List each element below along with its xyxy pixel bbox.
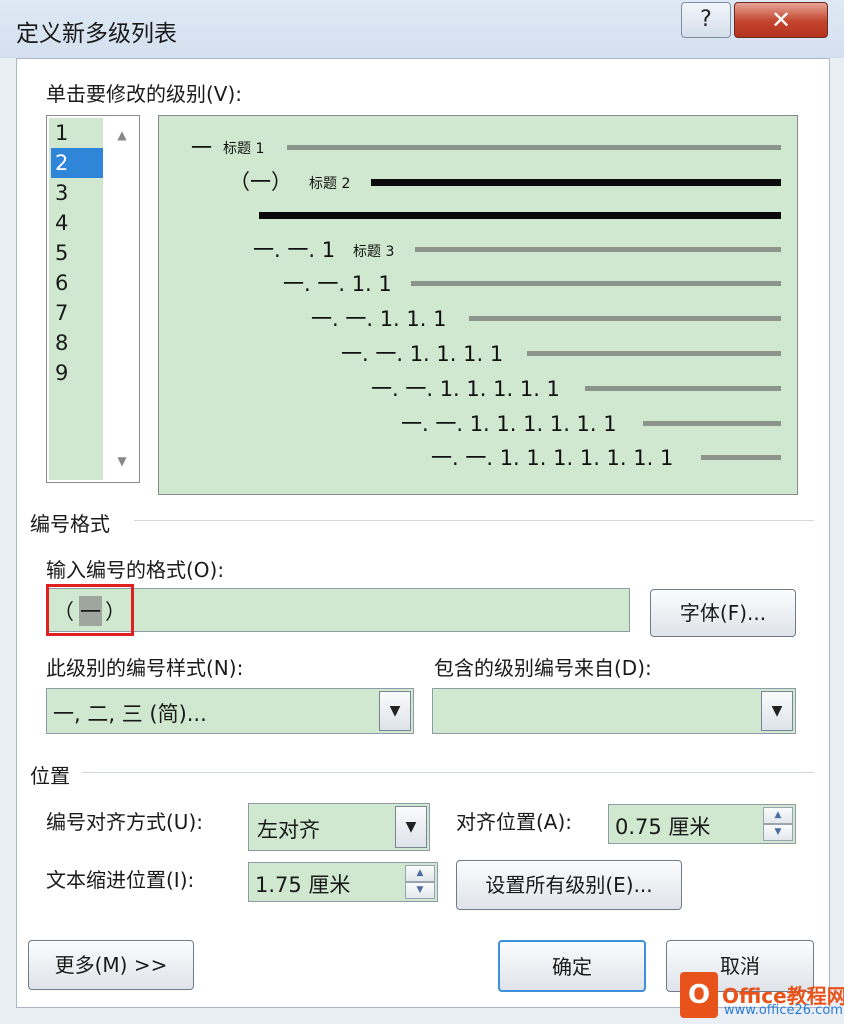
level-list-scrollbar[interactable]: ▲ ▼ <box>107 118 137 480</box>
preview-caption-2: 标题 2 <box>309 176 351 192</box>
scroll-down-icon[interactable]: ▼ <box>113 454 131 468</box>
indent-value: 1.75 厘米 <box>255 873 351 897</box>
more-button[interactable]: 更多(M) >> <box>28 940 194 990</box>
preview-caption-3: 标题 3 <box>353 244 395 260</box>
indent-spin-buttons[interactable]: ▲ ▼ <box>405 865 435 899</box>
level-item-5[interactable]: 5 <box>51 238 103 268</box>
level-item-4[interactable]: 4 <box>51 208 103 238</box>
window-title: 定义新多级列表 <box>16 21 177 47</box>
spin-up-icon[interactable]: ▲ <box>405 865 435 882</box>
preview-line-4 <box>411 281 781 286</box>
preview-num-6: 一. 一. 1. 1. 1. 1 <box>341 342 504 366</box>
close-button[interactable]: ✕ <box>734 2 828 38</box>
preview-pane: 一 标题 1 （一） 标题 2 一. 一. 1 标题 3 一. 一. 1. 1 … <box>158 115 798 495</box>
indent-spinner[interactable]: 1.75 厘米 ▲ ▼ <box>248 862 438 902</box>
align-label: 编号对齐方式(U): <box>46 810 203 834</box>
preview-line-9 <box>701 455 781 460</box>
preview-num-3: 一. 一. 1 <box>253 238 336 262</box>
preview-num-2: （一） <box>229 170 292 194</box>
preview-line-2 <box>371 179 781 186</box>
level-list-label: 单击要修改的级别(V): <box>46 82 243 106</box>
number-style-label: 此级别的编号样式(N): <box>46 656 244 680</box>
font-button[interactable]: 字体(F)... <box>650 589 796 637</box>
scroll-up-icon[interactable]: ▲ <box>113 128 131 142</box>
level-item-3[interactable]: 3 <box>51 178 103 208</box>
spin-down-icon[interactable]: ▼ <box>405 882 435 899</box>
chevron-down-icon[interactable]: ▼ <box>761 691 793 731</box>
chevron-down-icon[interactable]: ▼ <box>379 691 411 731</box>
help-button[interactable]: ? <box>681 2 731 38</box>
spin-down-icon[interactable]: ▼ <box>763 824 793 841</box>
level-list[interactable]: 1 2 3 4 5 6 7 8 9 ▲ ▼ <box>46 115 140 483</box>
level-item-7[interactable]: 7 <box>51 298 103 328</box>
preview-line-7 <box>585 386 781 391</box>
preview-line-1 <box>287 145 781 150</box>
preview-line-6 <box>527 351 781 356</box>
position-section-title: 位置 <box>30 764 70 788</box>
preview-line-5 <box>469 316 781 321</box>
ok-button[interactable]: 确定 <box>498 940 646 992</box>
preview-num-7: 一. 一. 1. 1. 1. 1. 1 <box>371 377 560 401</box>
level-item-1[interactable]: 1 <box>51 118 103 148</box>
number-format-section-title: 编号格式 <box>30 512 110 536</box>
number-style-value: 一, 二, 三 (简)... <box>53 702 207 726</box>
level-item-6[interactable]: 6 <box>51 268 103 298</box>
preview-line-8 <box>643 421 781 426</box>
preview-num-8: 一. 一. 1. 1. 1. 1. 1. 1 <box>401 412 617 436</box>
align-at-spin-buttons[interactable]: ▲ ▼ <box>763 807 793 841</box>
preview-num-9: 一. 一. 1. 1. 1. 1. 1. 1. 1 <box>431 446 674 470</box>
set-all-levels-button[interactable]: 设置所有级别(E)... <box>456 860 682 910</box>
format-input-label: 输入编号的格式(O): <box>46 558 225 582</box>
preview-num-5: 一. 一. 1. 1. 1 <box>311 307 447 331</box>
chevron-down-icon[interactable]: ▼ <box>395 806 427 848</box>
level-item-9[interactable]: 9 <box>51 358 103 388</box>
align-at-label: 对齐位置(A): <box>456 810 573 834</box>
level-item-8[interactable]: 8 <box>51 328 103 358</box>
align-value: 左对齐 <box>257 818 320 842</box>
align-at-value: 0.75 厘米 <box>615 815 711 839</box>
spin-up-icon[interactable]: ▲ <box>763 807 793 824</box>
section-divider <box>134 520 814 521</box>
align-at-spinner[interactable]: 0.75 厘米 ▲ ▼ <box>608 804 796 844</box>
include-level-dropdown[interactable]: ▼ <box>432 688 796 734</box>
watermark-url: www.office26.com <box>724 1003 843 1018</box>
level-item-2[interactable]: 2 <box>51 148 103 178</box>
office-logo-icon: O <box>680 972 718 1018</box>
preview-caption-1: 标题 1 <box>223 141 265 157</box>
number-style-dropdown[interactable]: 一, 二, 三 (简)... ▼ <box>46 688 414 734</box>
include-level-label: 包含的级别编号来自(D): <box>434 656 652 680</box>
preview-line-3 <box>415 247 781 252</box>
preview-num-1: 一 <box>191 136 212 160</box>
highlight-box <box>46 584 134 636</box>
section-divider <box>82 772 814 773</box>
preview-num-4: 一. 一. 1. 1 <box>283 272 392 296</box>
indent-label: 文本缩进位置(I): <box>46 868 195 892</box>
preview-line-2b <box>259 212 781 219</box>
align-dropdown[interactable]: 左对齐 ▼ <box>248 803 430 851</box>
